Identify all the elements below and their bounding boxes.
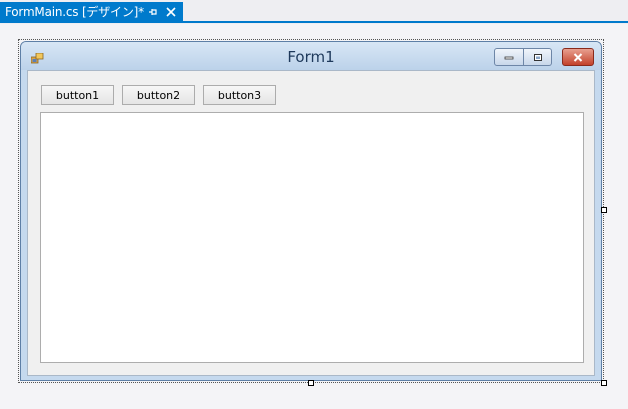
close-window-icon[interactable] [562,48,594,66]
document-tab-title: FormMain.cs [デザイン]* [5,5,144,19]
resize-handle-corner[interactable] [601,380,607,386]
multiline-textbox[interactable] [40,112,584,363]
button2[interactable]: button2 [122,85,195,105]
tab-underline [0,21,628,23]
form-titlebar[interactable]: Form1 [21,42,601,70]
resize-handle-right[interactable] [601,207,607,213]
designer-surface[interactable]: Form1 button1 button2 button3 [0,24,628,409]
button3[interactable]: button3 [203,85,276,105]
form-window[interactable]: Form1 button1 button2 button3 [20,41,602,381]
resize-handle-bottom[interactable] [308,380,314,386]
maximize-icon[interactable] [524,48,552,66]
close-icon[interactable] [164,2,178,21]
pin-icon[interactable] [146,2,160,21]
document-tab-strip: FormMain.cs [デザイン]* [0,0,628,24]
form-client-area[interactable]: button1 button2 button3 [27,70,595,376]
button1[interactable]: button1 [41,85,114,105]
document-tab[interactable]: FormMain.cs [デザイン]* [0,2,183,21]
minimize-icon[interactable] [494,48,524,66]
